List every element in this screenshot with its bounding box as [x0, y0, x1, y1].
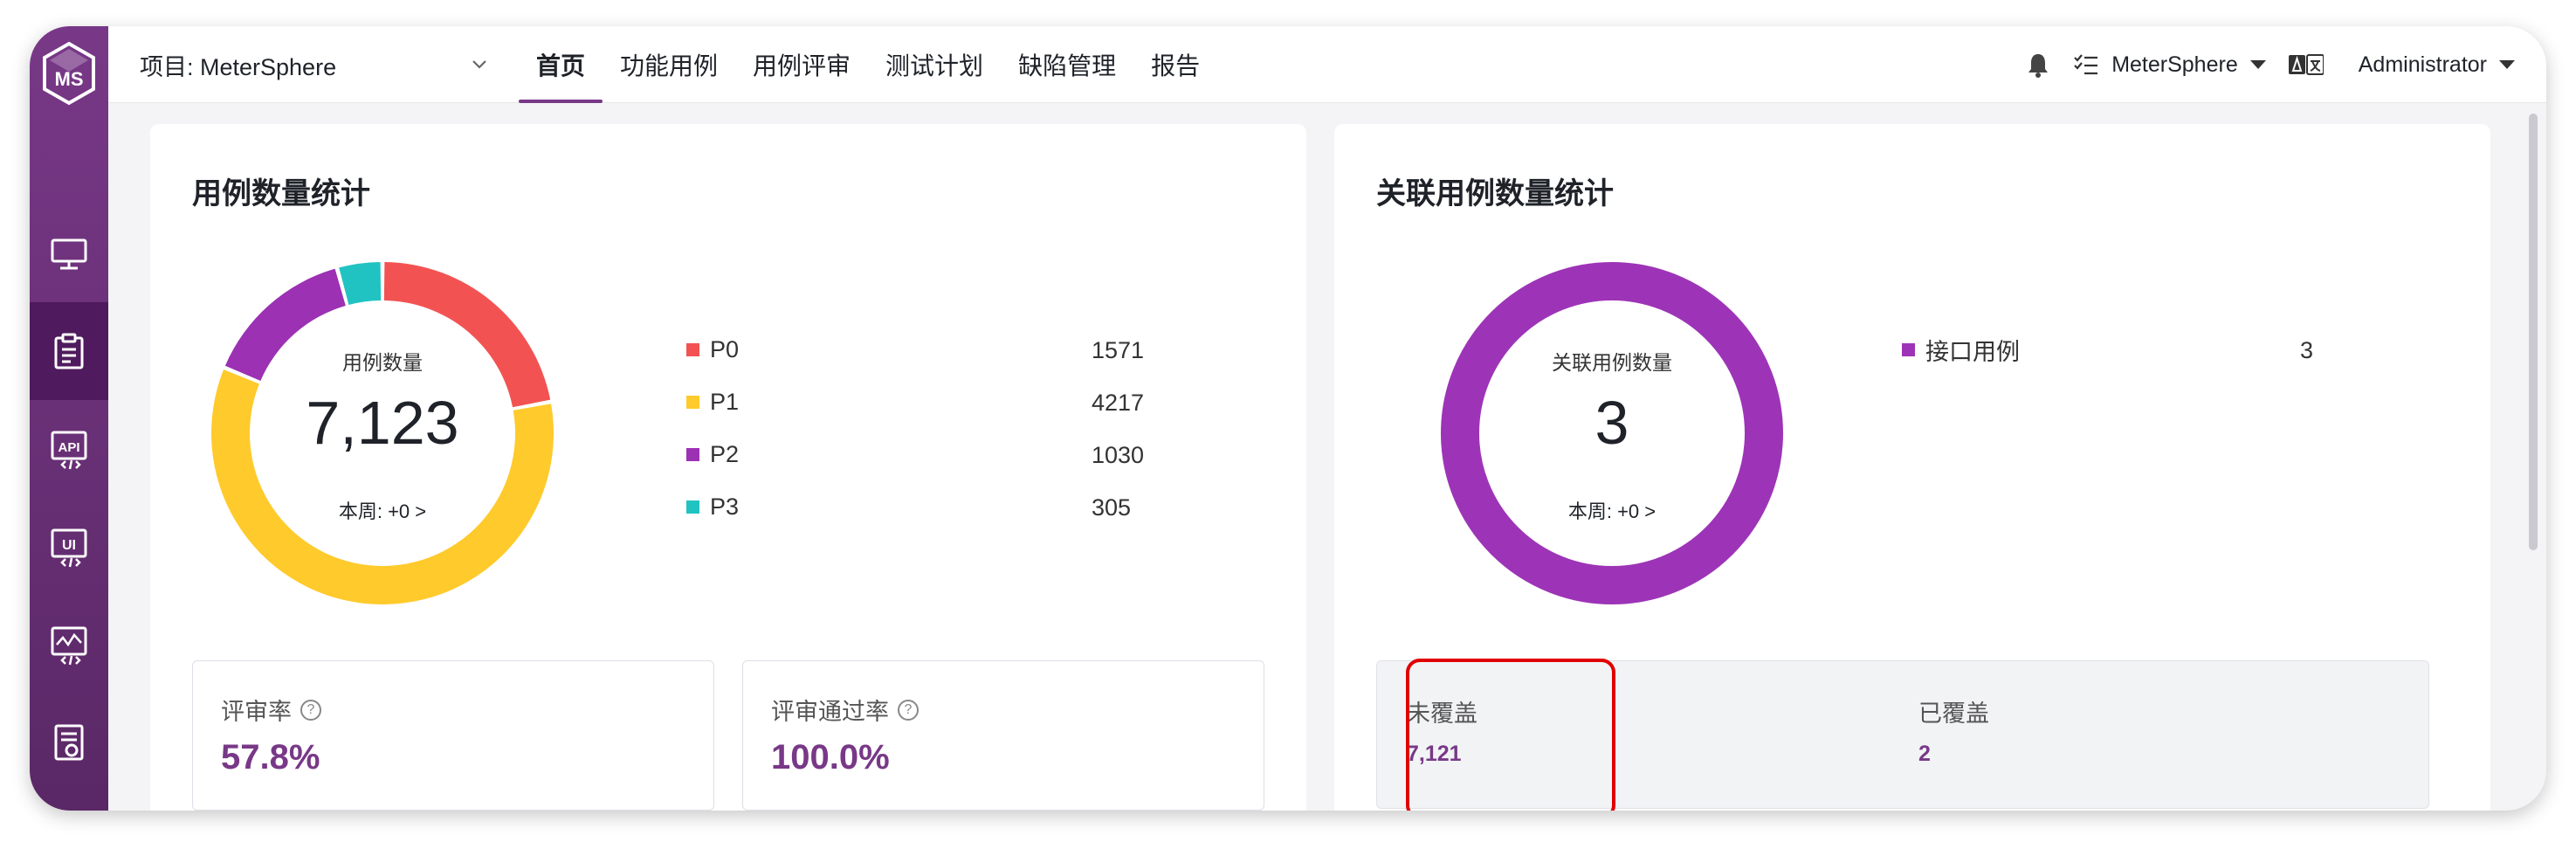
top-navigation-bar: 项目: MeterSphere 首页 功能用例 用例评审 测试计划 缺陷管理 报…	[108, 26, 2546, 103]
pass-rate-value: 100.0%	[771, 738, 890, 776]
legend-item-p0[interactable]: P0	[686, 332, 739, 367]
related-case-donut: 关联用例数量 3 本周: +0 >	[1429, 250, 1795, 617]
app-window: MS API UI 项目: MeterSphere 首页 功能用例 用例评审 测…	[30, 26, 2546, 811]
case-count-value: 7,123	[306, 389, 459, 457]
legend-swatch-p2	[686, 447, 699, 461]
related-case-title: 关联用例数量统计	[1376, 177, 1614, 210]
sidebar: MS API UI	[30, 26, 108, 811]
legend-label-api-case: 接口用例	[1925, 338, 2020, 365]
question-icon[interactable]: ?	[300, 699, 321, 721]
monitor-icon	[51, 238, 87, 270]
ui-icon-text: UI	[62, 538, 76, 553]
case-count-title: 用例数量统计	[192, 177, 370, 210]
review-rate-value: 57.8%	[221, 738, 320, 776]
chevron-down-icon	[472, 60, 486, 69]
sidebar-item-workstation[interactable]	[30, 204, 108, 302]
pass-rate-label: 评审通过率 ?	[771, 693, 919, 727]
case-count-week-link[interactable]: 本周: +0 >	[199, 496, 566, 524]
question-icon[interactable]: ?	[898, 699, 919, 721]
bell-icon	[2028, 54, 2049, 78]
highlight-box	[1406, 659, 1615, 811]
page-scrollbar[interactable]	[2529, 114, 2538, 550]
translate-icon	[2288, 54, 2324, 75]
clipboard-icon	[54, 333, 84, 369]
sidebar-item-testcase[interactable]	[30, 302, 108, 400]
api-icon: API	[51, 431, 87, 470]
tab-report[interactable]: 报告	[1133, 26, 1217, 103]
caret-down-icon	[2499, 60, 2515, 69]
language-button[interactable]	[2288, 53, 2324, 76]
related-case-week-link[interactable]: 本周: +0 >	[1429, 496, 1795, 524]
related-case-label: 关联用例数量	[1552, 351, 1672, 374]
sidebar-item-performance[interactable]	[30, 596, 108, 694]
pass-rate-box: 评审通过率 ? 100.0%	[742, 660, 1264, 811]
legend-swatch-p3	[686, 500, 699, 514]
review-rate-label-text: 评审率	[221, 699, 292, 725]
covered-value[interactable]: 2	[1918, 742, 1931, 767]
review-rate-box: 评审率 ? 57.8%	[192, 660, 714, 811]
workspace-name: MeterSphere	[2111, 52, 2238, 77]
related-case-center: 关联用例数量 3 本周: +0 >	[1429, 250, 1795, 617]
review-rate-label: 评审率 ?	[221, 693, 321, 727]
related-case-value: 3	[1595, 389, 1629, 457]
tab-bug-management[interactable]: 缺陷管理	[1001, 26, 1133, 103]
project-label: 项目: MeterSphere	[140, 53, 337, 80]
pass-rate-label-text: 评审通过率	[771, 699, 889, 725]
legend-label-p1: P1	[710, 388, 740, 415]
legend-swatch-p0	[686, 342, 699, 356]
legend-value-p3: 305	[1092, 494, 1132, 521]
workspace-selector[interactable]: MeterSphere	[2073, 52, 2266, 78]
legend-swatch-p1	[686, 395, 699, 409]
case-count-center: 用例数量 7,123 本周: +0 >	[199, 250, 566, 617]
legend-item-api-case[interactable]: 接口用例	[1902, 332, 2020, 367]
legend-value-p2: 1030	[1092, 442, 1145, 468]
legend-item-p1[interactable]: P1	[686, 384, 739, 419]
legend-label-p3: P3	[710, 493, 740, 520]
tab-home[interactable]: 首页	[519, 26, 603, 103]
project-selector[interactable]: 项目: MeterSphere	[140, 26, 489, 103]
user-name: Administrator	[2358, 52, 2487, 77]
legend-label-p2: P2	[710, 440, 740, 467]
legend-value-api-case: 3	[2300, 337, 2314, 363]
task-list-icon	[2074, 54, 2098, 75]
tab-functional-case[interactable]: 功能用例	[603, 26, 735, 103]
header-tools: MeterSphere Administrator	[2003, 26, 2515, 103]
report-icon	[54, 724, 84, 761]
legend-value-p0: 1571	[1092, 337, 1145, 363]
sidebar-item-ui[interactable]: UI	[30, 498, 108, 596]
legend-swatch-api-case	[1902, 342, 1915, 356]
case-count-card: 用例数量统计 用例数量 7,123 本周: +0 > P0 1571 P1 42…	[150, 124, 1306, 811]
covered-label: 已覆盖	[1918, 701, 1989, 727]
case-count-label: 用例数量	[342, 351, 423, 374]
legend-item-p3[interactable]: P3	[686, 489, 739, 524]
module-tabs: 首页 功能用例 用例评审 测试计划 缺陷管理 报告	[519, 26, 1217, 103]
legend-item-p2[interactable]: P2	[686, 437, 739, 472]
sidebar-item-report[interactable]	[30, 694, 108, 791]
legend-label-p0: P0	[710, 335, 740, 362]
notification-button[interactable]	[2026, 52, 2050, 78]
tab-test-plan[interactable]: 测试计划	[868, 26, 1001, 103]
legend-value-p1: 4217	[1092, 390, 1145, 416]
ui-icon: UI	[51, 528, 87, 568]
tab-case-review[interactable]: 用例评审	[735, 26, 868, 103]
caret-down-icon	[2249, 60, 2266, 69]
api-icon-text: API	[58, 440, 79, 455]
user-menu[interactable]: Administrator	[2359, 52, 2515, 78]
performance-icon	[51, 626, 87, 666]
metersphere-logo[interactable]: MS	[40, 40, 98, 110]
logo-text: MS	[55, 68, 84, 90]
case-count-donut: 用例数量 7,123 本周: +0 >	[199, 250, 566, 617]
sidebar-item-api[interactable]: API	[30, 400, 108, 498]
